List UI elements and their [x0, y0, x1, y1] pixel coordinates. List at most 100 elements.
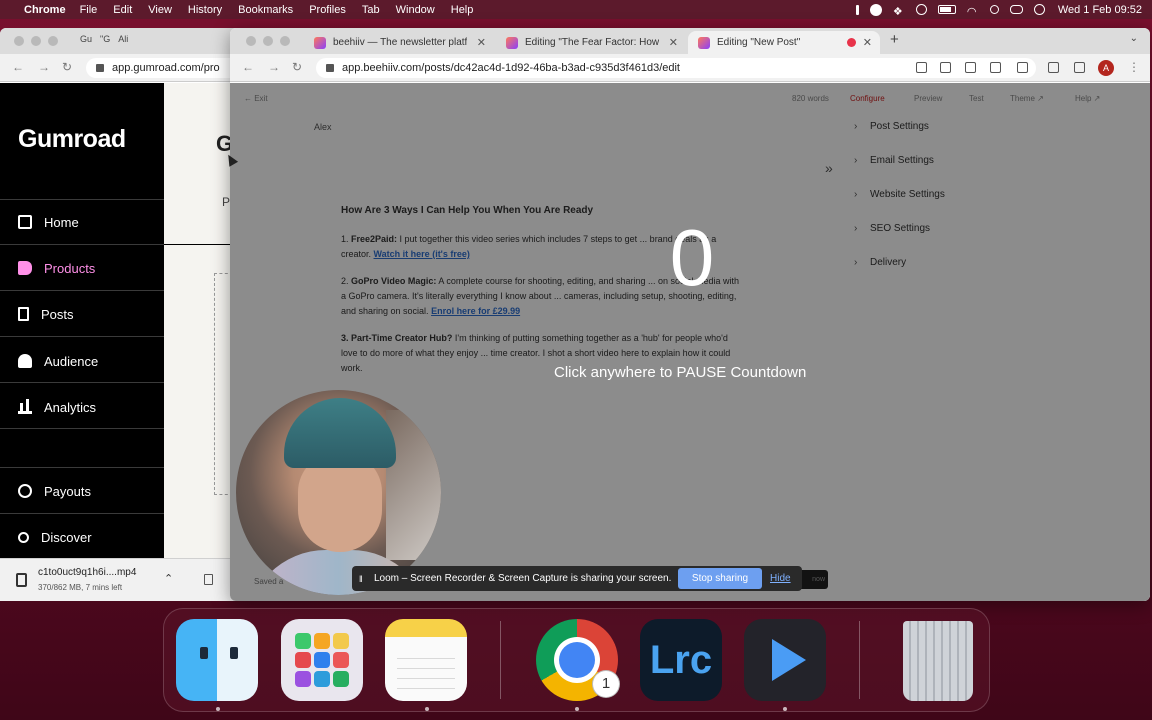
address-bar[interactable]: app.beehiiv.com/posts/dc42ac4d-1d92-46ba…	[316, 58, 1036, 78]
sidebar-item-payouts[interactable]: Payouts	[0, 469, 164, 513]
wifi-icon[interactable]: ◠	[967, 5, 979, 18]
minimize-window-button[interactable]	[31, 36, 41, 46]
person-beanie	[284, 398, 396, 468]
running-indicator	[783, 707, 787, 711]
sidebar-item-analytics[interactable]: Analytics	[0, 385, 164, 429]
sidebar-item-posts[interactable]: Posts	[0, 292, 164, 336]
tab-title: beehiiv — The newsletter platf	[333, 37, 468, 48]
tab-title: Editing "The Fear Factor: How	[525, 37, 660, 48]
trash-dock-icon[interactable]	[897, 619, 979, 701]
running-indicator	[425, 707, 429, 711]
trash-can-icon	[903, 621, 973, 701]
zoom-window-button[interactable]	[48, 36, 58, 46]
player-dock-icon[interactable]	[744, 619, 826, 701]
bookmark-star-icon[interactable]	[1017, 62, 1028, 73]
menu-tab[interactable]: Tab	[362, 4, 380, 16]
forward-arrow-icon[interactable]: →	[268, 60, 280, 74]
beehiiv-favicon-icon	[506, 36, 518, 49]
dropbox-icon[interactable]: ❖	[893, 5, 905, 18]
pause-icon[interactable]: ‖	[359, 574, 367, 584]
chevron-down-icon[interactable]: ⌄	[1130, 33, 1138, 44]
tab-gmail[interactable]: "G	[100, 34, 110, 44]
toolbar: ← → ↻ app.beehiiv.com/posts/dc42ac4d-1d9…	[230, 54, 1150, 82]
launchpad-dock-icon[interactable]	[281, 619, 363, 701]
tab-editing-fear-factor[interactable]: Editing "The Fear Factor: How ✕	[496, 31, 686, 54]
extensions-icon[interactable]	[1048, 62, 1059, 73]
sidebar-item-audience[interactable]: Audience	[0, 339, 164, 383]
tab-editing-new-post[interactable]: Editing "New Post" ✕	[688, 31, 880, 54]
zoom-icon[interactable]	[965, 62, 976, 73]
file-icon[interactable]	[204, 574, 213, 585]
finder-dock-icon[interactable]	[176, 619, 258, 701]
tab-ali[interactable]: Ali	[118, 34, 128, 44]
menubar-clock[interactable]: Wed 1 Feb 09:52	[1058, 4, 1142, 16]
hide-sharing-bar-link[interactable]: Hide	[770, 566, 791, 591]
gumroad-logo[interactable]: Gumroad	[18, 125, 126, 154]
lock-icon	[326, 64, 334, 72]
reload-icon[interactable]: ↻	[292, 60, 302, 74]
forward-arrow-icon[interactable]: →	[38, 60, 50, 74]
close-tab-icon[interactable]: ✕	[477, 36, 486, 49]
key-icon[interactable]	[940, 62, 951, 73]
menu-edit[interactable]: Edit	[113, 4, 132, 16]
more-menu-icon[interactable]: ⋮	[1128, 60, 1140, 74]
sidepanel-icon[interactable]	[1074, 62, 1085, 73]
minimize-window-button[interactable]	[263, 36, 273, 46]
back-arrow-icon[interactable]: ←	[242, 60, 254, 74]
menu-view[interactable]: View	[148, 4, 172, 16]
dock-separator	[500, 621, 501, 699]
spotlight-icon[interactable]	[989, 5, 999, 14]
running-indicator	[216, 707, 220, 711]
close-tab-icon[interactable]: ✕	[863, 36, 872, 49]
chrome-download-badge: 1	[593, 671, 619, 697]
download-filename[interactable]: c1to0uct9q1h6i....mp4	[38, 567, 136, 578]
address-bar[interactable]: app.gumroad.com/pro	[86, 58, 240, 78]
profile-avatar[interactable]: A	[1098, 60, 1114, 76]
camera-bubble[interactable]	[236, 390, 441, 595]
countdown-number[interactable]: 0	[654, 212, 730, 304]
loom-recording-icon[interactable]	[869, 3, 882, 16]
menu-window[interactable]: Window	[396, 4, 435, 16]
close-window-button[interactable]	[246, 36, 256, 46]
chevron-up-icon[interactable]: ⌃	[164, 572, 173, 585]
back-arrow-icon[interactable]: ←	[12, 60, 24, 74]
lock-icon	[96, 64, 104, 72]
share-icon[interactable]	[990, 62, 1001, 73]
dock: 1 Lrc	[163, 608, 990, 712]
close-tab-icon[interactable]: ✕	[669, 36, 678, 49]
sidebar-item-products[interactable]: Products	[0, 246, 164, 290]
sidebar-item-home[interactable]: Home	[0, 200, 164, 244]
audience-icon	[18, 354, 32, 368]
sidebar-divider	[0, 428, 164, 429]
play-status-icon[interactable]	[915, 4, 927, 15]
notes-lines	[397, 649, 455, 689]
siri-icon[interactable]	[1033, 4, 1045, 15]
reload-icon[interactable]: ↻	[62, 60, 72, 74]
pause-countdown-hint[interactable]: Click anywhere to PAUSE Countdown	[554, 364, 806, 381]
sidebar-item-discover[interactable]: Discover	[0, 515, 164, 559]
camera-icon[interactable]	[916, 62, 927, 73]
control-center-icon[interactable]	[1009, 5, 1023, 14]
new-tab-icon[interactable]: +	[890, 31, 899, 48]
menu-profiles[interactable]: Profiles	[309, 4, 346, 16]
menu-file[interactable]: File	[80, 4, 98, 16]
tab-beehiiv-home[interactable]: beehiiv — The newsletter platf ✕	[304, 31, 494, 54]
notes-dock-icon[interactable]	[385, 619, 467, 701]
close-window-button[interactable]	[14, 36, 24, 46]
stop-sharing-button[interactable]: Stop sharing	[678, 568, 762, 589]
mic-icon[interactable]	[855, 4, 859, 15]
sidebar-item-label: Audience	[44, 353, 99, 369]
menu-app-name[interactable]: Chrome	[24, 4, 66, 16]
menu-help[interactable]: Help	[451, 4, 474, 16]
tab-gumroad[interactable]: Gu	[80, 34, 92, 44]
tab-underline	[164, 244, 240, 245]
sidebar-divider	[0, 513, 164, 514]
sidebar-divider	[0, 467, 164, 468]
zoom-window-button[interactable]	[280, 36, 290, 46]
sidebar-item-label: Posts	[41, 306, 74, 322]
sidebar-item-label: Discover	[41, 529, 92, 545]
lightroom-classic-dock-icon[interactable]: Lrc	[640, 619, 722, 701]
menu-bookmarks[interactable]: Bookmarks	[238, 4, 293, 16]
battery-icon[interactable]	[937, 5, 956, 14]
menu-history[interactable]: History	[188, 4, 222, 16]
